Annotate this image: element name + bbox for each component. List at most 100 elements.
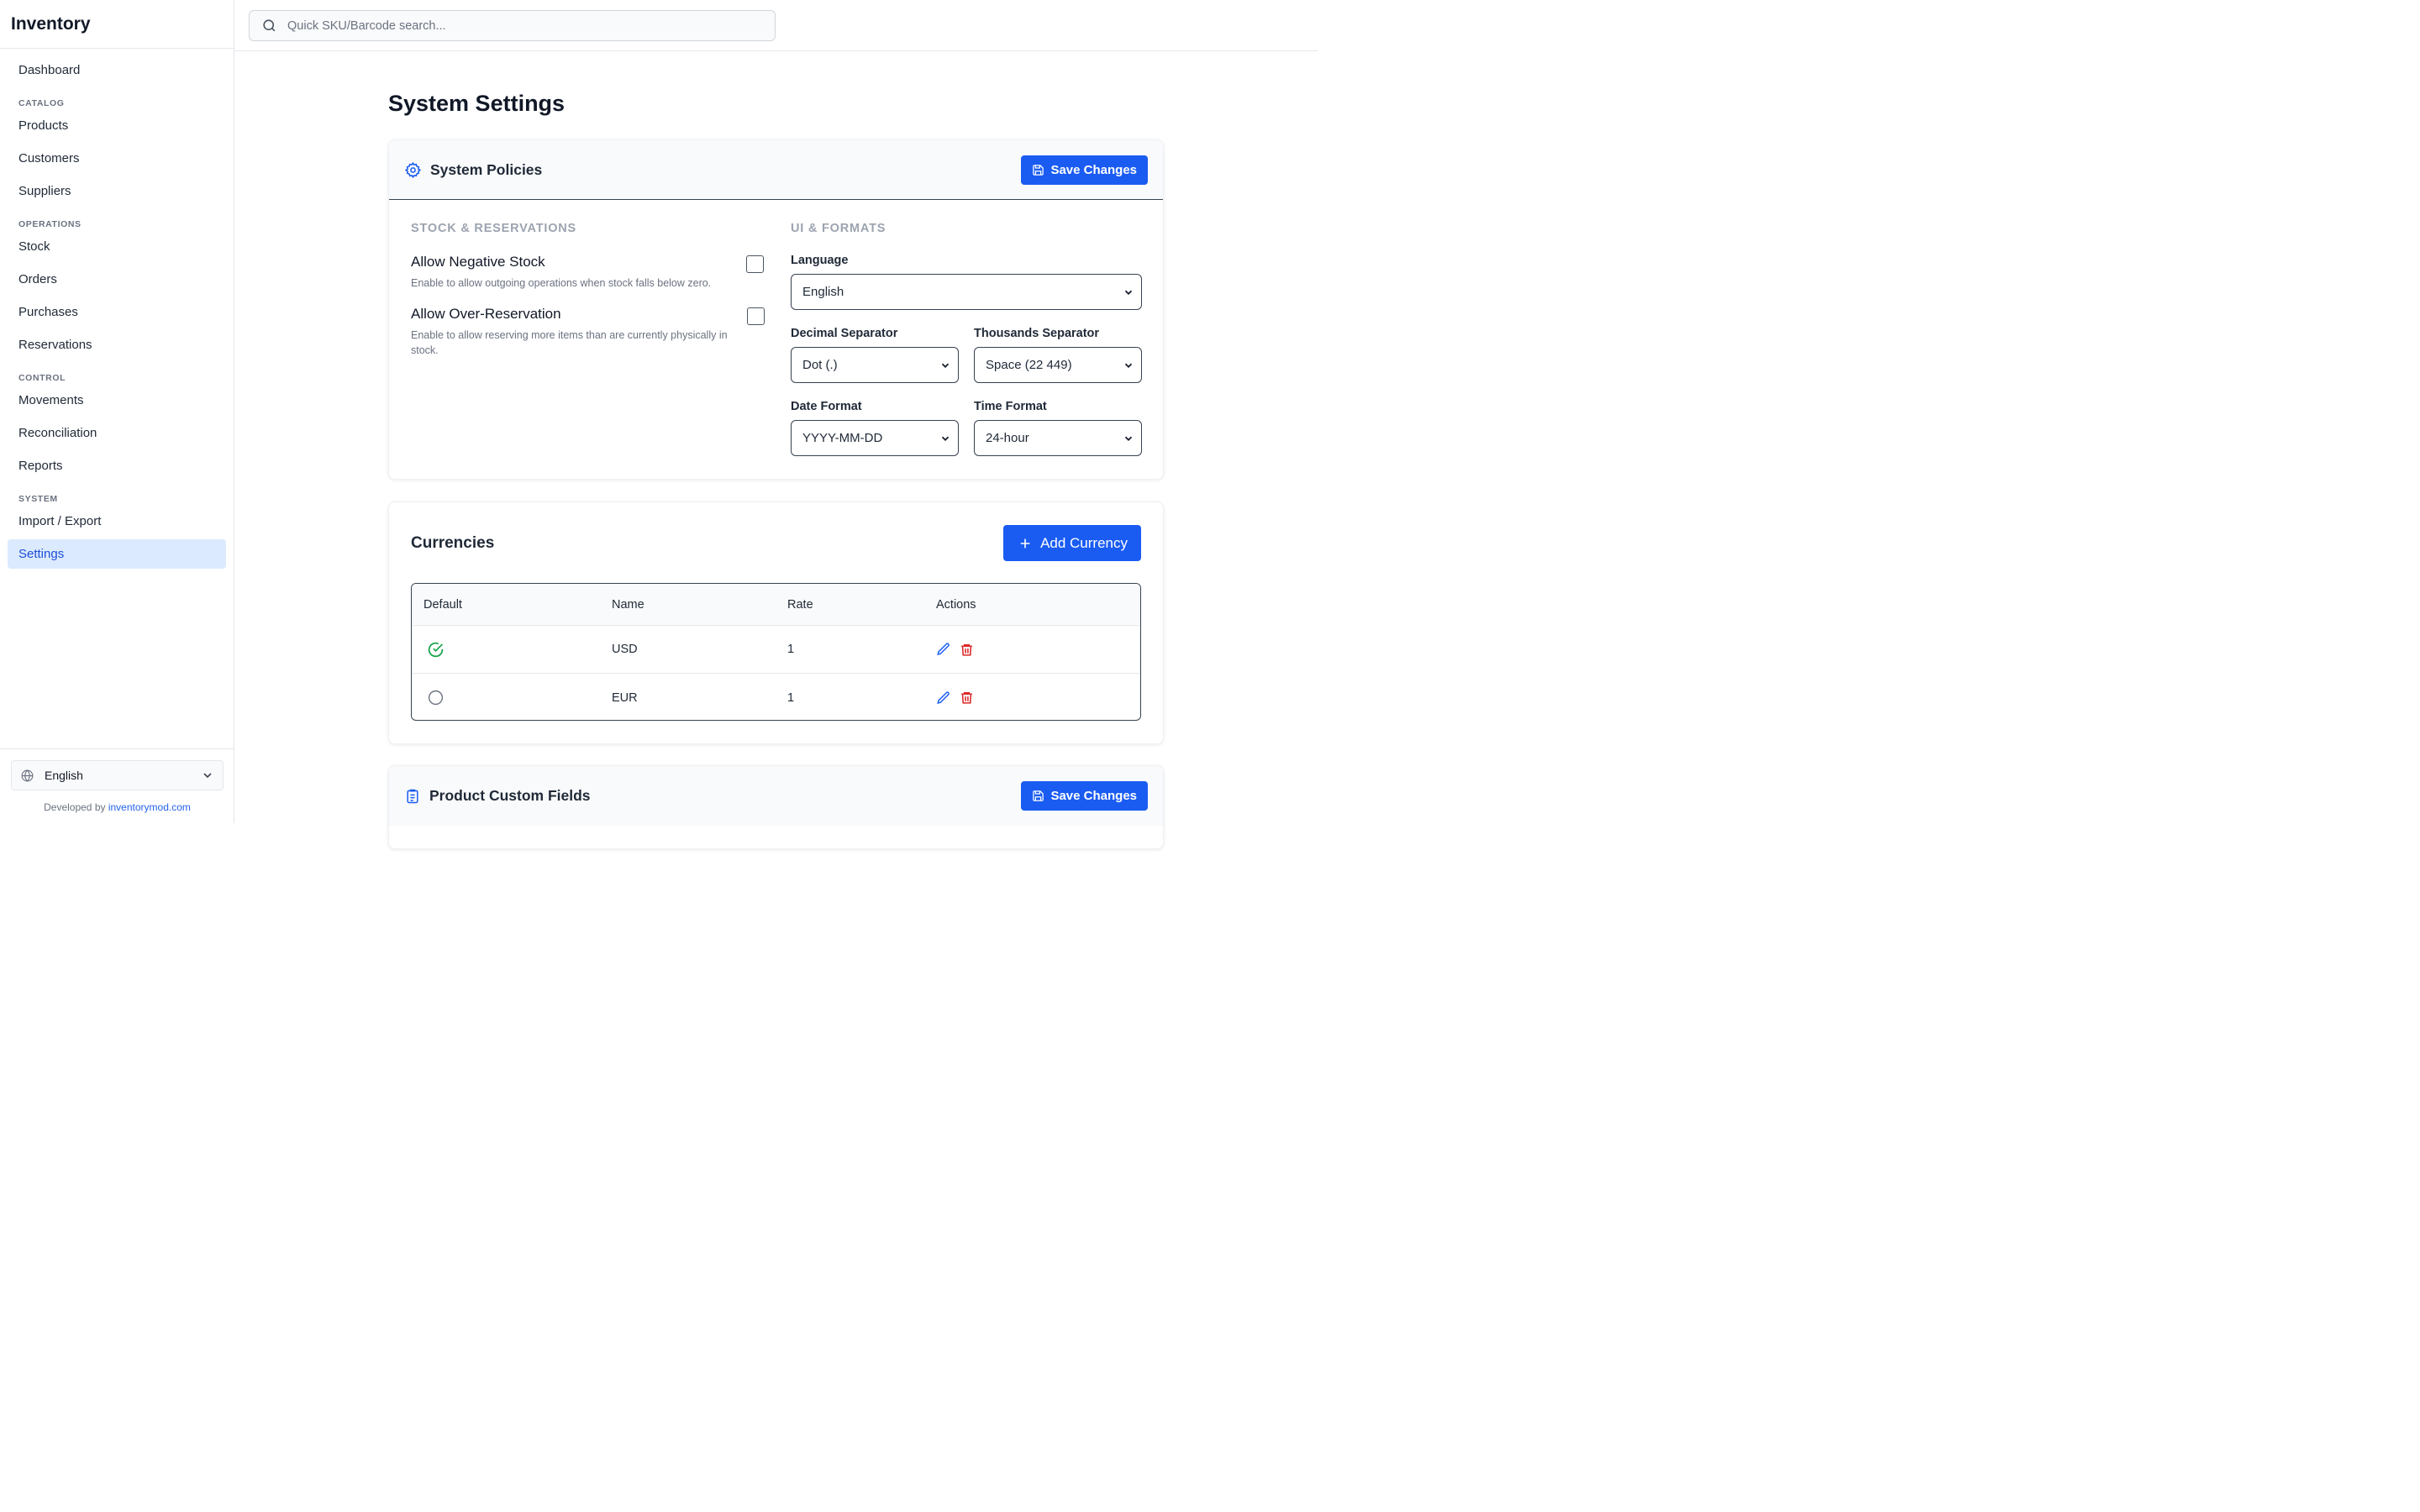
sidebar-section-catalog: CATALOG [18,98,65,108]
currency-name: USD [612,643,638,656]
currencies-header: Currencies Add Currency [411,525,1141,561]
plus-icon [1018,537,1032,550]
circle-icon[interactable] [427,689,445,706]
language-label: Language [791,254,849,267]
custom-fields-title: Product Custom Fields [429,787,591,804]
developer-link[interactable]: inventorymod.com [108,801,191,813]
column-default: Default [424,597,462,612]
sidebar-section-control: CONTROL [18,373,66,383]
sidebar-footer: English Developed by inventorymod.com [0,748,234,823]
developer-credit: Developed by inventorymod.com [11,801,224,813]
add-currency-button-label: Add Currency [1040,534,1128,551]
sidebar-item-import-export[interactable]: Import / Export [8,507,226,536]
system-policies-header: System Policies Save Changes [389,140,1163,200]
currency-rate: 1 [787,643,795,656]
default-cell [412,641,612,659]
allow-over-reservation-description: Enable to allow reserving more items tha… [411,329,728,356]
sidebar-item-dashboard[interactable]: Dashboard [8,55,226,85]
pencil-icon[interactable] [936,690,951,706]
ui-formats-label: UI & FORMATS [791,222,886,235]
thousands-separator-value: Space (22 449) [986,358,1072,372]
globe-icon [20,769,34,783]
trash-icon[interactable] [960,643,974,657]
search-input[interactable] [287,18,758,33]
date-format-field: Date Format YYYY-MM-DD [791,400,959,456]
allow-negative-stock-row: Allow Negative Stock Enable to allow out… [411,254,764,291]
search-box [249,10,776,41]
search-icon [261,18,277,34]
currency-name: EUR [612,690,638,705]
thousands-separator-select[interactable]: Space (22 449) [974,347,1142,383]
default-cell [412,689,612,706]
time-format-select[interactable]: 24-hour [974,420,1142,456]
system-policies-card: System Policies Save Changes STOCK & RES… [388,139,1164,480]
separator-fields: Decimal Separator Dot (.) Thousands Sepa… [791,327,1142,383]
sidebar: Inventory Dashboard CATALOG Products Cus… [0,0,234,823]
column-actions: Actions [936,597,976,612]
date-format-label: Date Format [791,400,862,413]
decimal-separator-field: Decimal Separator Dot (.) [791,327,959,383]
developer-credit-text: Developed by [44,801,106,813]
date-format-select[interactable]: YYYY-MM-DD [791,420,959,456]
actions-cell [936,642,1140,657]
decimal-separator-select[interactable]: Dot (.) [791,347,959,383]
table-row: USD 1 [412,626,1140,674]
save-custom-fields-button[interactable]: Save Changes [1021,781,1148,811]
decimal-separator-value: Dot (.) [802,358,838,372]
sidebar-item-settings[interactable]: Settings [8,539,226,569]
allow-negative-stock-description: Enable to allow outgoing operations when… [411,277,712,289]
sidebar-item-suppliers[interactable]: Suppliers [8,176,226,206]
sidebar-item-reconciliation[interactable]: Reconciliation [8,418,226,448]
sidebar-item-reservations[interactable]: Reservations [8,330,226,360]
trash-icon[interactable] [960,690,974,705]
pencil-icon[interactable] [936,642,951,657]
stock-reservations-label: STOCK & RESERVATIONS [411,222,577,235]
save-policies-button[interactable]: Save Changes [1021,155,1148,185]
column-rate: Rate [787,597,813,612]
decimal-separator-label: Decimal Separator [791,327,898,340]
add-currency-button[interactable]: Add Currency [1003,525,1141,561]
allow-over-reservation-checkbox[interactable] [747,307,765,325]
check-circle-icon[interactable] [427,641,445,659]
allow-over-reservation-title: Allow Over-Reservation [411,306,561,322]
sidebar-item-stock[interactable]: Stock [8,232,226,261]
table-row: EUR 1 [412,674,1140,720]
language-select[interactable]: English [791,274,1142,310]
time-format-label: Time Format [974,400,1047,413]
actions-cell [936,690,1140,706]
language-field: Language English [791,254,1142,310]
sidebar-item-products[interactable]: Products [8,111,226,140]
sidebar-item-orders[interactable]: Orders [8,265,226,294]
currencies-table-header: Default Name Rate Actions [412,584,1140,626]
chevron-down-icon [939,360,951,371]
custom-fields-header: Product Custom Fields Save Changes [389,766,1163,826]
chevron-down-icon [1123,433,1134,444]
allow-negative-stock-checkbox[interactable] [746,255,764,273]
chevron-down-icon [1123,286,1134,298]
ui-formats-column: UI & FORMATS Language English Decimal Se… [791,222,1142,456]
sidebar-item-reports[interactable]: Reports [8,451,226,480]
sidebar-nav: Dashboard CATALOG Products Customers Sup… [0,49,234,569]
sidebar-item-movements[interactable]: Movements [8,386,226,415]
language-switcher[interactable]: English [11,760,224,790]
chevron-down-icon [201,769,214,782]
allow-over-reservation-row: Allow Over-Reservation Enable to allow r… [411,306,765,358]
currency-rate: 1 [787,690,795,705]
app-title: Inventory [0,0,234,49]
date-format-value: YYYY-MM-DD [802,431,883,445]
sidebar-section-system: SYSTEM [18,494,58,504]
topbar [234,0,1318,51]
sidebar-section-operations: OPERATIONS [18,219,82,229]
gear-icon [404,161,422,179]
time-format-field: Time Format 24-hour [974,400,1142,456]
sidebar-item-customers[interactable]: Customers [8,144,226,173]
sidebar-item-purchases[interactable]: Purchases [8,297,226,327]
save-policies-button-label: Save Changes [1050,162,1137,177]
language-select-value: English [802,285,844,299]
column-name: Name [612,597,644,612]
date-time-fields: Date Format YYYY-MM-DD Time Format 24-ho… [791,400,1142,456]
floppy-disk-icon [1032,164,1044,176]
stock-reservations-column: STOCK & RESERVATIONS Allow Negative Stoc… [411,222,765,358]
time-format-value: 24-hour [986,431,1029,445]
currencies-card: Currencies Add Currency Default Name Rat… [388,501,1164,744]
